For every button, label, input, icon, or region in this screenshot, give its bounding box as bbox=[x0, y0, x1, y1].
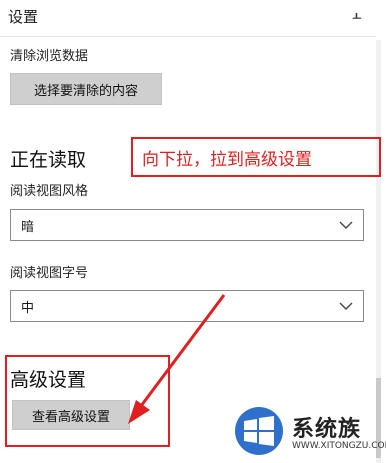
windows-logo-icon bbox=[235, 407, 283, 455]
watermark-brand: 系统族 bbox=[292, 417, 362, 442]
annotation-arrow bbox=[128, 294, 226, 424]
watermark-url: WWW.XITONGZU.COM bbox=[292, 441, 386, 451]
